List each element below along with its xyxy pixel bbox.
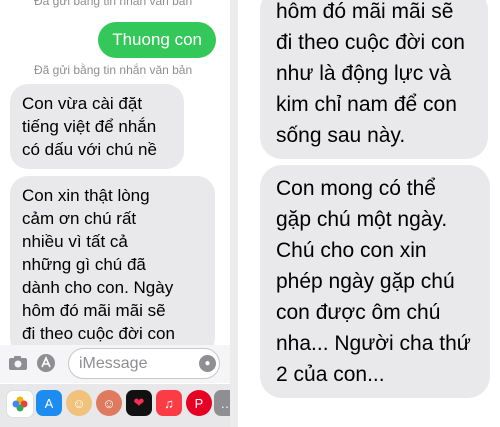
- music-app-icon[interactable]: ♫: [156, 390, 182, 416]
- imessage-input[interactable]: iMessage: [68, 348, 220, 379]
- delivery-status: Đã gửi bằng tin nhắn văn bản: [34, 63, 193, 77]
- audio-record-icon[interactable]: ●: [199, 355, 216, 372]
- message-input-bar: iMessage ●: [0, 345, 230, 383]
- memoji-icon[interactable]: ☺: [66, 390, 92, 416]
- more-apps-icon[interactable]: …: [214, 390, 230, 416]
- received-message-bubble[interactable]: Con vừa cài đặt tiếng việt để nhắn có dấ…: [10, 84, 184, 169]
- right-screenshot-panel: hôm đó mãi mãi sẽ đi theo cuộc đời con n…: [238, 0, 500, 427]
- app-store-icon[interactable]: [36, 353, 56, 373]
- received-message-bubble[interactable]: hôm đó mãi mãi sẽ đi theo cuộc đời con n…: [260, 0, 488, 159]
- memoji-icon-2[interactable]: ☺: [96, 390, 122, 416]
- sent-message-bubble[interactable]: Thuong con: [98, 22, 216, 58]
- app-store-icon[interactable]: A: [36, 390, 62, 416]
- delivery-status-top: Đã gửi bằng tin nhắn văn bản: [34, 0, 193, 8]
- received-message-bubble[interactable]: Con mong có thể gặp chú một ngày. Chú ch…: [260, 165, 490, 398]
- photos-app-icon[interactable]: [6, 390, 34, 418]
- left-screenshot-panel: Đã gửi bằng tin nhắn văn bản Thuong con …: [0, 0, 230, 427]
- camera-icon[interactable]: [8, 355, 28, 371]
- digital-touch-icon[interactable]: ❤: [126, 390, 152, 416]
- panel-divider: [230, 0, 238, 427]
- received-message-bubble[interactable]: Con xin thật lòng cảm ơn chú rất nhiều v…: [10, 176, 215, 356]
- app-drawer: A ☺ ☺ ❤ ♫ P …: [0, 384, 230, 427]
- pinterest-app-icon[interactable]: P: [186, 390, 212, 416]
